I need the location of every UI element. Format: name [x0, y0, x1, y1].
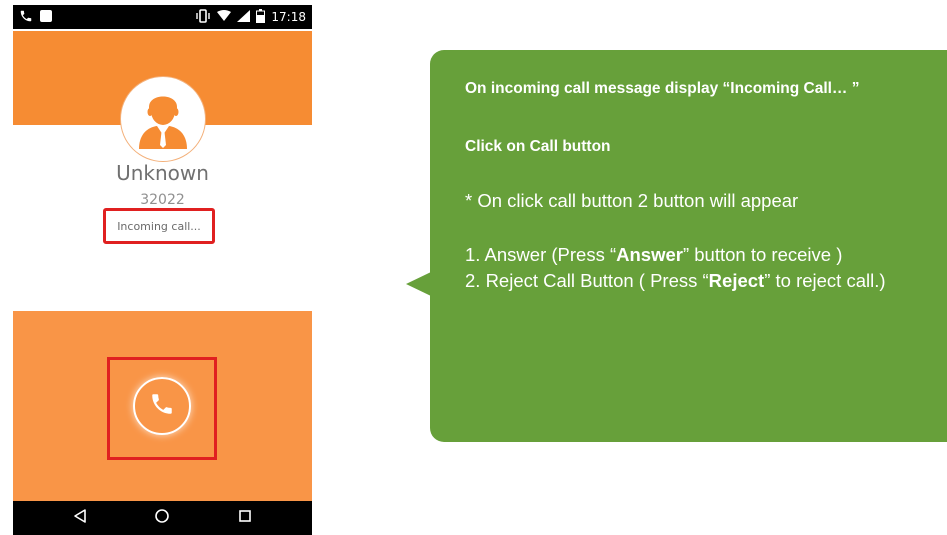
back-icon — [73, 508, 87, 529]
battery-icon — [256, 8, 266, 26]
instruction-callout: On incoming call message display “Incomi… — [430, 50, 947, 442]
caller-name: Unknown — [116, 161, 209, 185]
phone-icon — [19, 9, 33, 28]
back-button[interactable] — [71, 508, 89, 529]
wifi-icon — [217, 9, 232, 25]
status-bar-left — [19, 9, 53, 28]
callout-item-reject-bold: Reject — [708, 270, 765, 291]
screenshot-canvas: 17:18 Unknown 32022 Incoming call... On … — [0, 0, 947, 535]
incoming-call-label: Incoming call... — [117, 219, 201, 233]
callout-item-answer-suffix: ” button to receive ) — [682, 244, 843, 265]
phone-screen: 17:18 Unknown 32022 Incoming call... — [13, 5, 312, 535]
caller-number: 32022 — [140, 192, 185, 208]
phone-icon — [149, 391, 175, 422]
navigation-bar — [13, 501, 312, 535]
status-bar-right: 17:18 — [195, 8, 306, 26]
avatar — [121, 77, 205, 161]
callout-note: * On click call button 2 button will app… — [465, 190, 799, 211]
callout-heading-incoming: On incoming call message display “Incomi… — [465, 80, 860, 97]
notification-square-icon — [39, 9, 53, 28]
status-time: 17:18 — [271, 10, 306, 24]
recents-icon — [238, 509, 252, 528]
callout-item-answer-prefix: 1. Answer (Press “ — [465, 244, 617, 265]
person-icon — [135, 85, 191, 154]
home-icon — [154, 508, 170, 529]
recents-button[interactable] — [236, 509, 254, 527]
callout-item-answer: 1. Answer (Press “Answer” button to rece… — [465, 244, 842, 266]
callout-item-reject-prefix: 2. Reject Call Button ( Press “ — [465, 270, 709, 291]
call-button[interactable] — [133, 377, 191, 435]
callout-item-answer-bold: Answer — [616, 244, 683, 265]
callout-heading-click-call: Click on Call button — [465, 138, 611, 155]
status-bar: 17:18 — [13, 5, 312, 29]
callout-item-reject-suffix: ” to reject call.) — [764, 270, 886, 291]
vibrate-icon — [195, 8, 211, 26]
incoming-call-status: Incoming call... — [103, 208, 215, 244]
callout-pointer — [406, 272, 431, 296]
home-button[interactable] — [153, 508, 171, 529]
callout-item-reject: 2. Reject Call Button ( Press “Reject” t… — [465, 270, 886, 292]
signal-icon — [237, 9, 251, 25]
